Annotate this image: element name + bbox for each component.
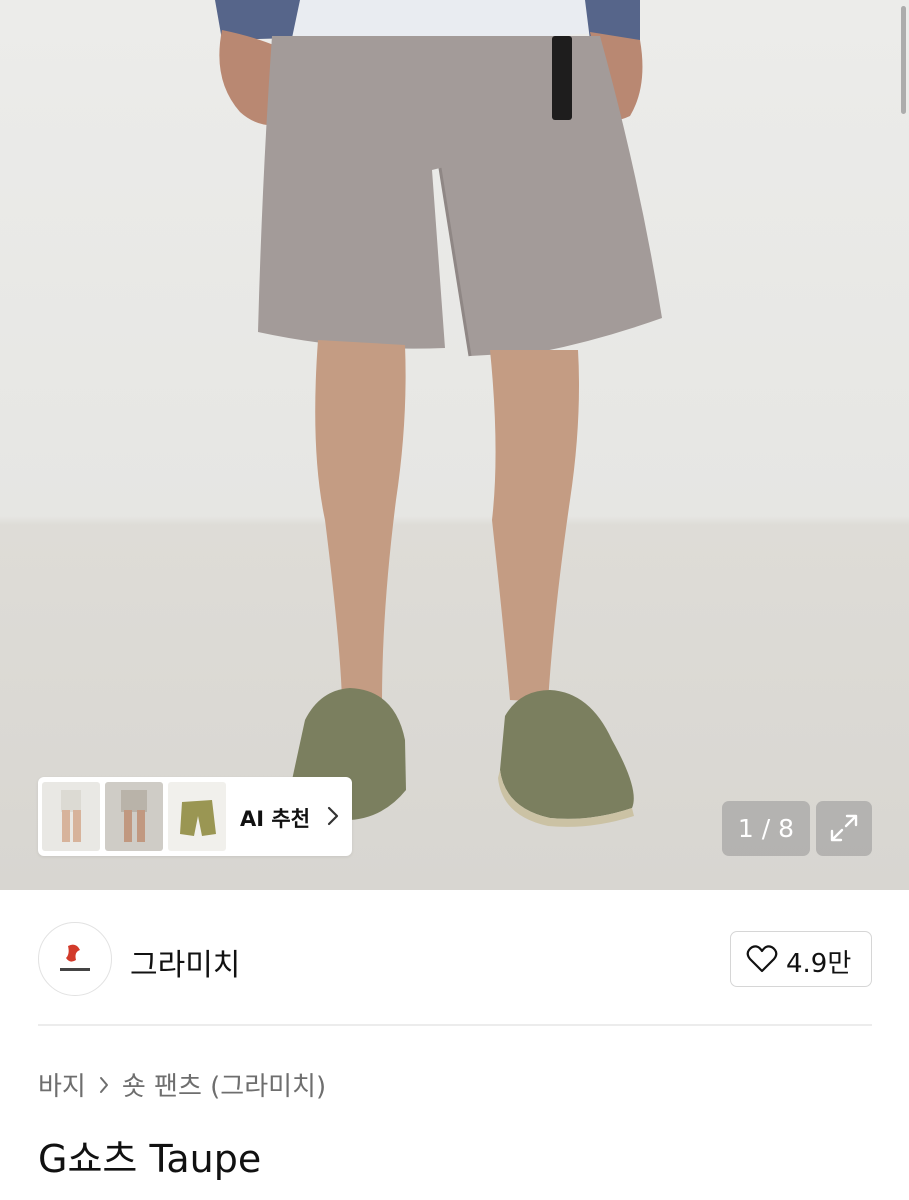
breadcrumb-item-short-pants[interactable]: 숏 팬츠 (그라미치) — [122, 1066, 326, 1103]
divider — [38, 1024, 872, 1026]
brand-logo-icon — [60, 944, 90, 971]
expand-icon — [830, 814, 858, 842]
page-scrollbar[interactable] — [901, 6, 906, 114]
product-photo — [215, 0, 662, 827]
ai-recommend-button[interactable]: AI 추천 — [38, 777, 352, 856]
like-count: 4.9만 — [786, 949, 852, 979]
recommend-thumbnail-1[interactable] — [42, 782, 100, 851]
breadcrumb-item-pants[interactable]: 바지 — [38, 1066, 86, 1103]
recommend-thumbnail-3[interactable] — [168, 782, 226, 851]
product-title: G쇼츠 Taupe — [38, 1137, 262, 1181]
brand-logo[interactable] — [38, 922, 112, 996]
ai-recommend-label: AI 추천 — [240, 807, 311, 831]
brand-name[interactable]: 그라미치 — [130, 940, 240, 984]
heart-icon — [746, 945, 778, 973]
chevron-right-icon — [327, 806, 339, 826]
chevron-right-icon — [98, 1076, 110, 1094]
product-image-carousel[interactable]: AI 추천 1 / 8 — [0, 0, 909, 890]
like-button[interactable]: 4.9만 — [730, 931, 872, 987]
image-counter: 1 / 8 — [722, 801, 810, 856]
recommend-thumbnail-2[interactable] — [105, 782, 163, 851]
expand-button[interactable] — [816, 801, 872, 856]
breadcrumb: 바지 숏 팬츠 (그라미치) — [38, 1066, 326, 1103]
